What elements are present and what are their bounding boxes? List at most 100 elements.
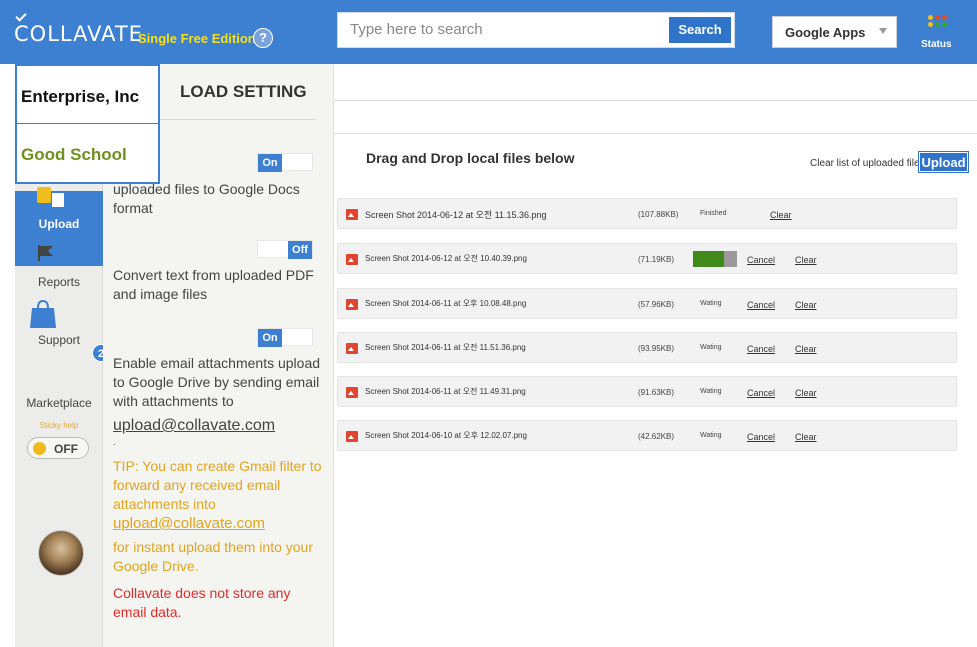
toggle-on-label: On (258, 329, 282, 347)
file-size: (42.62KB) (638, 432, 675, 441)
main-divider (334, 100, 977, 101)
main-divider (334, 133, 977, 134)
file-size: (91.63KB) (638, 388, 675, 397)
org-option-enterprise[interactable]: Enterprise, Inc (17, 66, 158, 124)
file-size: (71.19KB) (638, 255, 675, 264)
image-file-icon (346, 254, 358, 265)
toggle-knob-icon (33, 442, 46, 455)
flag-icon (38, 245, 53, 261)
logo-check-icon (15, 10, 27, 22)
convert-docs-text: uploaded files to Google Docs format (113, 181, 300, 216)
file-name: Screen Shot 2014-06-10 at 오후 12.02.07.pn… (365, 431, 527, 440)
nav-item-reports[interactable]: Reports (15, 244, 103, 294)
upload-email-link[interactable]: upload@collavate.com (113, 417, 275, 435)
tip-tail-text: for instant upload them into your Google… (113, 539, 314, 574)
ocr-text: Convert text from uploaded PDF and image… (113, 267, 314, 302)
upload-icon (52, 193, 64, 207)
file-name: Screen Shot 2014-06-12 at 오전 10.40.39.pn… (365, 254, 527, 263)
search-button[interactable]: Search (669, 17, 731, 43)
sticky-help-toggle[interactable]: OFF (27, 437, 89, 459)
clear-list-link[interactable]: Clear list of uploaded files (810, 158, 925, 169)
ocr-toggle[interactable]: Off (257, 240, 313, 259)
file-size: (93.95KB) (638, 344, 675, 353)
clear-link[interactable]: Clear (770, 210, 792, 220)
toggle-off-label: Off (288, 241, 312, 259)
settings-title: LOAD SETTING (180, 82, 307, 101)
sticky-toggle-label: OFF (54, 442, 78, 456)
upload-progress-bar (693, 251, 737, 267)
drop-zone-title: Drag and Drop local files below (366, 150, 575, 166)
clear-link[interactable]: Clear (795, 300, 817, 310)
nav-label-marketplace: Marketplace (26, 396, 92, 410)
org-option-good-school[interactable]: Good School (17, 125, 158, 182)
org-option-label: Good School (21, 145, 127, 164)
reports-icon (37, 187, 51, 203)
org-dropdown: Enterprise, Inc Good School (15, 64, 160, 184)
email-upload-text: Enable email attachments upload to Googl… (113, 355, 321, 409)
image-file-icon (346, 431, 358, 442)
help-button[interactable]: ? (253, 28, 273, 48)
file-size: (107.88KB) (638, 210, 679, 219)
file-name: Screen Shot 2014-06-11 at 오전 11.49.31.pn… (365, 387, 526, 396)
image-file-icon (346, 299, 358, 310)
clear-link[interactable]: Clear (795, 255, 817, 265)
cancel-link[interactable]: Cancel (747, 344, 775, 354)
file-name: Screen Shot 2014-06-11 at 오후 10.08.48.pn… (365, 299, 527, 308)
file-name: Screen Shot 2014-06-11 at 오전 11.51.36.pn… (365, 343, 526, 352)
file-row: Screen Shot 2014-06-12 at 오전 10.40.39.pn… (337, 243, 957, 274)
edition-label: Single Free Edition (138, 31, 256, 46)
image-file-icon (346, 387, 358, 398)
upload-button[interactable]: Upload (918, 151, 969, 173)
file-row: Screen Shot 2014-06-10 at 오후 12.02.07.pn… (337, 420, 957, 451)
search-input[interactable] (350, 21, 650, 38)
file-name: Screen Shot 2014-06-12 at 오전 11.15.36.pn… (365, 210, 547, 220)
top-header: COLLAVATE Single Free Edition ? Search G… (0, 0, 977, 64)
image-file-icon (346, 343, 358, 354)
toggle-on-label: On (258, 154, 282, 172)
status-dot-icon (928, 15, 933, 20)
apps-select[interactable]: Google Apps (772, 16, 897, 48)
nav-label-upload: Upload (38, 217, 80, 231)
cancel-link[interactable]: Cancel (747, 300, 775, 310)
apps-select-label: Google Apps (785, 25, 866, 40)
nav-item-marketplace[interactable]: Marketplace (15, 359, 103, 414)
file-status: Wating (700, 388, 722, 395)
file-row: Screen Shot 2014-06-11 at 오전 11.51.36.pn… (337, 332, 957, 363)
cancel-link[interactable]: Cancel (747, 432, 775, 442)
cancel-link[interactable]: Cancel (747, 388, 775, 398)
org-option-label: Enterprise, Inc (21, 87, 140, 106)
clear-link[interactable]: Clear (795, 388, 817, 398)
no-data-notice: Collavate does not store any email data. (113, 585, 291, 620)
file-status: Finished (700, 210, 727, 217)
file-row: Screen Shot 2014-06-11 at 오후 10.08.48.pn… (337, 288, 957, 319)
nav-label-reports: Reports (37, 275, 81, 289)
file-status: Wating (700, 432, 722, 439)
avatar[interactable] (38, 530, 84, 576)
status-dot-icon (928, 22, 933, 27)
chevron-down-icon (879, 28, 887, 34)
file-status: Wating (700, 344, 722, 351)
shopping-bag-icon (30, 300, 56, 328)
file-row: Screen Shot 2014-06-12 at 오전 11.15.36.pn… (337, 198, 957, 229)
logo[interactable]: COLLAVATE (14, 22, 143, 46)
search-box: Search (337, 12, 735, 48)
tip-email-link[interactable]: upload@collavate.com (113, 515, 265, 532)
status-dot-icon (935, 15, 940, 20)
convert-docs-toggle[interactable]: On (257, 153, 313, 172)
status-dot-icon (935, 22, 940, 27)
file-status: Wating (700, 300, 722, 307)
status-label[interactable]: Status (921, 39, 952, 50)
clear-link[interactable]: Clear (795, 432, 817, 442)
nav-label-support: Support (37, 333, 81, 347)
cancel-link[interactable]: Cancel (747, 255, 775, 265)
upload-progress-fill (693, 251, 724, 267)
nav-item-support[interactable]: Support (15, 304, 103, 349)
status-dot-icon (942, 15, 947, 20)
email-upload-toggle[interactable]: On (257, 328, 313, 347)
separator-dot: . (113, 437, 116, 448)
clear-link[interactable]: Clear (795, 344, 817, 354)
image-file-icon (346, 209, 358, 220)
file-size: (57.96KB) (638, 300, 675, 309)
status-dots-icon[interactable] (928, 15, 948, 35)
tip-text: TIP: You can create Gmail filter to forw… (113, 458, 322, 512)
